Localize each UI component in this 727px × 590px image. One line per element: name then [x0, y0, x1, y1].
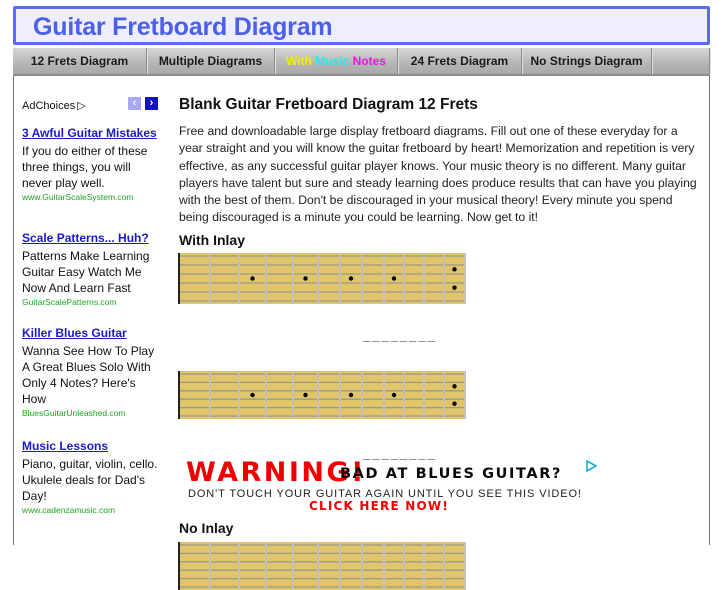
- nav-item-empty[interactable]: [652, 48, 710, 74]
- play-triangle-icon: ▷: [77, 100, 86, 112]
- inlay-dot: [303, 276, 308, 281]
- nav-item-multiple-diagrams[interactable]: Multiple Diagrams: [147, 48, 275, 74]
- nav-label: No Strings Diagram: [530, 54, 643, 68]
- ad-body: Piano, guitar, violin, cello. Ukulele de…: [22, 457, 158, 503]
- fretboard-with-inlay[interactable]: [178, 253, 468, 304]
- chevron-left-icon[interactable]: ‹: [128, 97, 141, 110]
- fretboard-with-inlay[interactable]: [178, 371, 468, 419]
- separator-dashes: ________: [363, 328, 437, 343]
- nut: [178, 542, 180, 590]
- blues-guitar-ad-banner[interactable]: WARNING! BAD AT BLUES GUITAR? DON'T TOUC…: [184, 458, 600, 516]
- fretboard-no-inlay[interactable]: [178, 542, 468, 590]
- nav-label-with: With: [286, 54, 312, 68]
- inlay-dot: [391, 392, 397, 398]
- inlay-dot: [452, 267, 457, 272]
- fretboard-wood: [178, 371, 465, 419]
- adchoices-icon[interactable]: [585, 460, 597, 472]
- banner-warning: WARNING!: [186, 457, 366, 488]
- ad-url[interactable]: www.GuitarScaleSystem.com: [22, 191, 162, 203]
- nav-label: 24 Frets Diagram: [410, 54, 509, 68]
- inlay-dot: [452, 285, 457, 290]
- banner-headline: BAD AT BLUES GUITAR?: [340, 466, 562, 482]
- nav-item-with-music-notes[interactable]: With Music Notes: [275, 48, 398, 74]
- nav-item-12-frets[interactable]: 12 Frets Diagram: [13, 48, 147, 74]
- nav-item-no-strings[interactable]: No Strings Diagram: [522, 48, 652, 74]
- site-title[interactable]: Guitar Fretboard Diagram: [33, 13, 333, 42]
- nav-label: Multiple Diagrams: [158, 54, 263, 68]
- inlay-dot: [391, 276, 397, 281]
- intro-paragraph: Free and downloadable large display fret…: [179, 124, 697, 225]
- ad-item: Killer Blues Guitar Wanna See How To Pla…: [22, 325, 162, 419]
- ad-item: Scale Patterns... Huh? Patterns Make Lea…: [22, 230, 162, 308]
- nav-label-notes: Notes: [352, 54, 386, 68]
- ad-title-link[interactable]: Killer Blues Guitar: [22, 325, 162, 341]
- page-title: Blank Guitar Fretboard Diagram 12 Frets: [179, 96, 478, 113]
- ad-item: 3 Awful Guitar Mistakes If you do either…: [22, 125, 162, 203]
- ad-body: If you do either of these three things, …: [22, 144, 148, 190]
- ad-url[interactable]: BluesGuitarUnleashed.com: [22, 407, 162, 419]
- inlay-dot: [303, 392, 308, 398]
- ad-title-link[interactable]: Music Lessons: [22, 438, 162, 454]
- ad-title-link[interactable]: 3 Awful Guitar Mistakes: [22, 125, 162, 141]
- inlay-dot: [452, 384, 457, 389]
- inlay-dot: [348, 276, 354, 281]
- section-title-no-inlay: No Inlay: [179, 520, 234, 536]
- banner-cta[interactable]: CLICK HERE NOW!: [309, 499, 449, 513]
- chevron-right-icon[interactable]: ›: [145, 97, 158, 110]
- inlay-dot: [250, 276, 255, 281]
- adchoices-label: AdChoices: [22, 100, 76, 112]
- ad-url[interactable]: www.cadenzamusic.com: [22, 504, 162, 516]
- adchoices-link[interactable]: AdChoices ▷: [22, 99, 86, 112]
- fretboard-wood: [178, 253, 465, 304]
- nav-label-music: Music: [315, 54, 350, 68]
- ad-body: Wanna See How To Play A Great Blues Solo…: [22, 344, 155, 406]
- nav-item-24-frets[interactable]: 24 Frets Diagram: [398, 48, 522, 74]
- ad-pager: ‹ ›: [128, 97, 158, 110]
- ad-title-link[interactable]: Scale Patterns... Huh?: [22, 230, 162, 246]
- fretboard-wood: [178, 542, 465, 590]
- nav-bar: 12 Frets Diagram Multiple Diagrams With …: [13, 48, 710, 76]
- ad-url[interactable]: GuitarScalePatterns.com: [22, 296, 162, 308]
- inlay-dot: [348, 392, 354, 398]
- section-title-with-inlay: With Inlay: [179, 232, 245, 248]
- inlay-dot: [452, 401, 457, 406]
- nut: [178, 371, 180, 419]
- ad-body: Patterns Make Learning Guitar Easy Watch…: [22, 249, 150, 295]
- ad-item: Music Lessons Piano, guitar, violin, cel…: [22, 438, 162, 516]
- inlay-dot: [250, 392, 255, 398]
- nut: [178, 253, 180, 304]
- site-header: Guitar Fretboard Diagram: [13, 6, 710, 45]
- nav-label: 12 Frets Diagram: [30, 54, 129, 68]
